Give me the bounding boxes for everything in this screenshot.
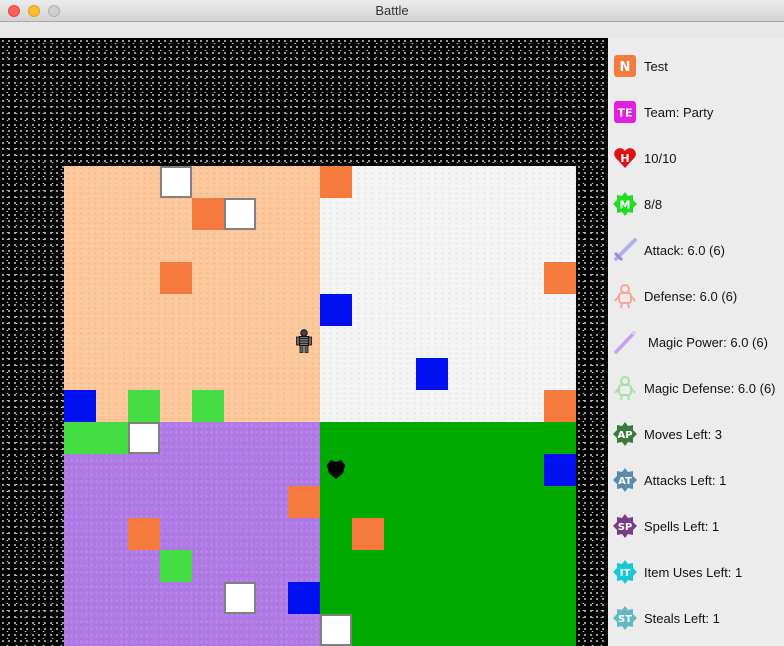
lgreen-tile[interactable] [160, 550, 192, 582]
attack-stat: Attack: 6.0 (6) [644, 242, 725, 258]
magic-power-row: Magic Power: 6.0 (6) [608, 326, 784, 358]
armor-icon [614, 284, 636, 309]
blue-tile[interactable] [288, 582, 320, 614]
lgreen-tile[interactable] [64, 422, 96, 454]
st-badge-icon: ST [613, 606, 637, 630]
blue-tile[interactable] [320, 294, 352, 326]
enemy-sprite-icon [327, 460, 345, 479]
heart-icon: H [614, 148, 636, 168]
unit-name: Test [644, 58, 668, 74]
snow-terrain-zone [320, 166, 576, 422]
mp-row: M 8/8 [608, 188, 784, 220]
stats-panel: N Test TE Team: Party H 10/10 M 8/8 Atta… [608, 38, 784, 646]
orange-tile[interactable] [192, 198, 224, 230]
orange-tile[interactable] [544, 262, 576, 294]
steals-row: ST Steals Left: 1 [608, 602, 784, 634]
steals-left: Steals Left: 1 [644, 610, 720, 626]
magic-power-stat: Magic Power: 6.0 (6) [648, 334, 768, 350]
enemy-unit[interactable] [320, 454, 352, 486]
sword-icon [613, 238, 637, 262]
mana-badge-icon: M [613, 192, 637, 216]
at-badge-icon: AT [613, 468, 637, 492]
white-tile[interactable] [224, 198, 256, 230]
svg-text:H: H [620, 152, 629, 165]
orange-tile[interactable] [160, 262, 192, 294]
blue-tile[interactable] [64, 390, 96, 422]
player-unit[interactable] [288, 326, 320, 358]
title-bar: Battle [0, 0, 784, 22]
orange-tile[interactable] [320, 166, 352, 198]
spells-left: Spells Left: 1 [644, 518, 720, 534]
white-tile[interactable] [320, 614, 352, 646]
spells-row: SP Spells Left: 1 [608, 510, 784, 542]
defense-row: Defense: 6.0 (6) [608, 280, 784, 312]
defense-stat: Defense: 6.0 (6) [644, 288, 738, 304]
svg-text:M: M [620, 199, 631, 212]
sp-badge-icon: SP [613, 514, 637, 538]
magic-armor-icon [614, 376, 636, 401]
purple-terrain-zone [64, 422, 320, 646]
orange-tile[interactable] [544, 390, 576, 422]
magic-defense-stat: Magic Defense: 6.0 (6) [644, 380, 776, 396]
wand-icon [614, 331, 636, 354]
moves-row: AP Moves Left: 3 [608, 418, 784, 450]
window-title: Battle [375, 3, 409, 18]
svg-text:IT: IT [620, 568, 631, 579]
orange-tile[interactable] [352, 518, 384, 550]
lgreen-tile[interactable] [96, 422, 128, 454]
items-row: IT Item Uses Left: 1 [608, 556, 784, 588]
svg-text:N: N [620, 60, 631, 75]
mp-value: 8/8 [644, 196, 663, 212]
hp-value: 10/10 [644, 150, 677, 166]
lgreen-tile[interactable] [192, 390, 224, 422]
white-tile[interactable] [224, 582, 256, 614]
blue-tile[interactable] [544, 454, 576, 486]
team-row: TE Team: Party [608, 96, 784, 128]
moves-left: Moves Left: 3 [644, 426, 723, 442]
team-badge-icon: TE [614, 101, 636, 123]
attacks-row: AT Attacks Left: 1 [608, 464, 784, 496]
it-badge-icon: IT [613, 560, 637, 584]
item-uses-left: Item Uses Left: 1 [644, 564, 743, 580]
svg-text:AT: AT [618, 476, 632, 487]
orange-tile[interactable] [128, 518, 160, 550]
attack-row: Attack: 6.0 (6) [608, 234, 784, 266]
hp-row: H 10/10 [608, 142, 784, 174]
magic-defense-row: Magic Defense: 6.0 (6) [608, 372, 784, 404]
svg-text:TE: TE [617, 107, 632, 120]
svg-text:SP: SP [618, 522, 633, 533]
attacks-left: Attacks Left: 1 [644, 472, 727, 488]
battle-map [64, 166, 576, 646]
team-label: Team: Party [644, 104, 714, 120]
battle-board [0, 38, 608, 646]
player-sprite-icon [296, 329, 312, 353]
blue-tile[interactable] [416, 358, 448, 390]
orange-tile[interactable] [288, 486, 320, 518]
svg-text:ST: ST [618, 614, 632, 625]
ap-badge-icon: AP [613, 422, 637, 446]
lgreen-tile[interactable] [128, 390, 160, 422]
svg-text:AP: AP [617, 430, 632, 441]
name-badge-icon: N [614, 55, 636, 77]
white-tile[interactable] [160, 166, 192, 198]
white-tile[interactable] [128, 422, 160, 454]
name-row: N Test [608, 50, 784, 82]
